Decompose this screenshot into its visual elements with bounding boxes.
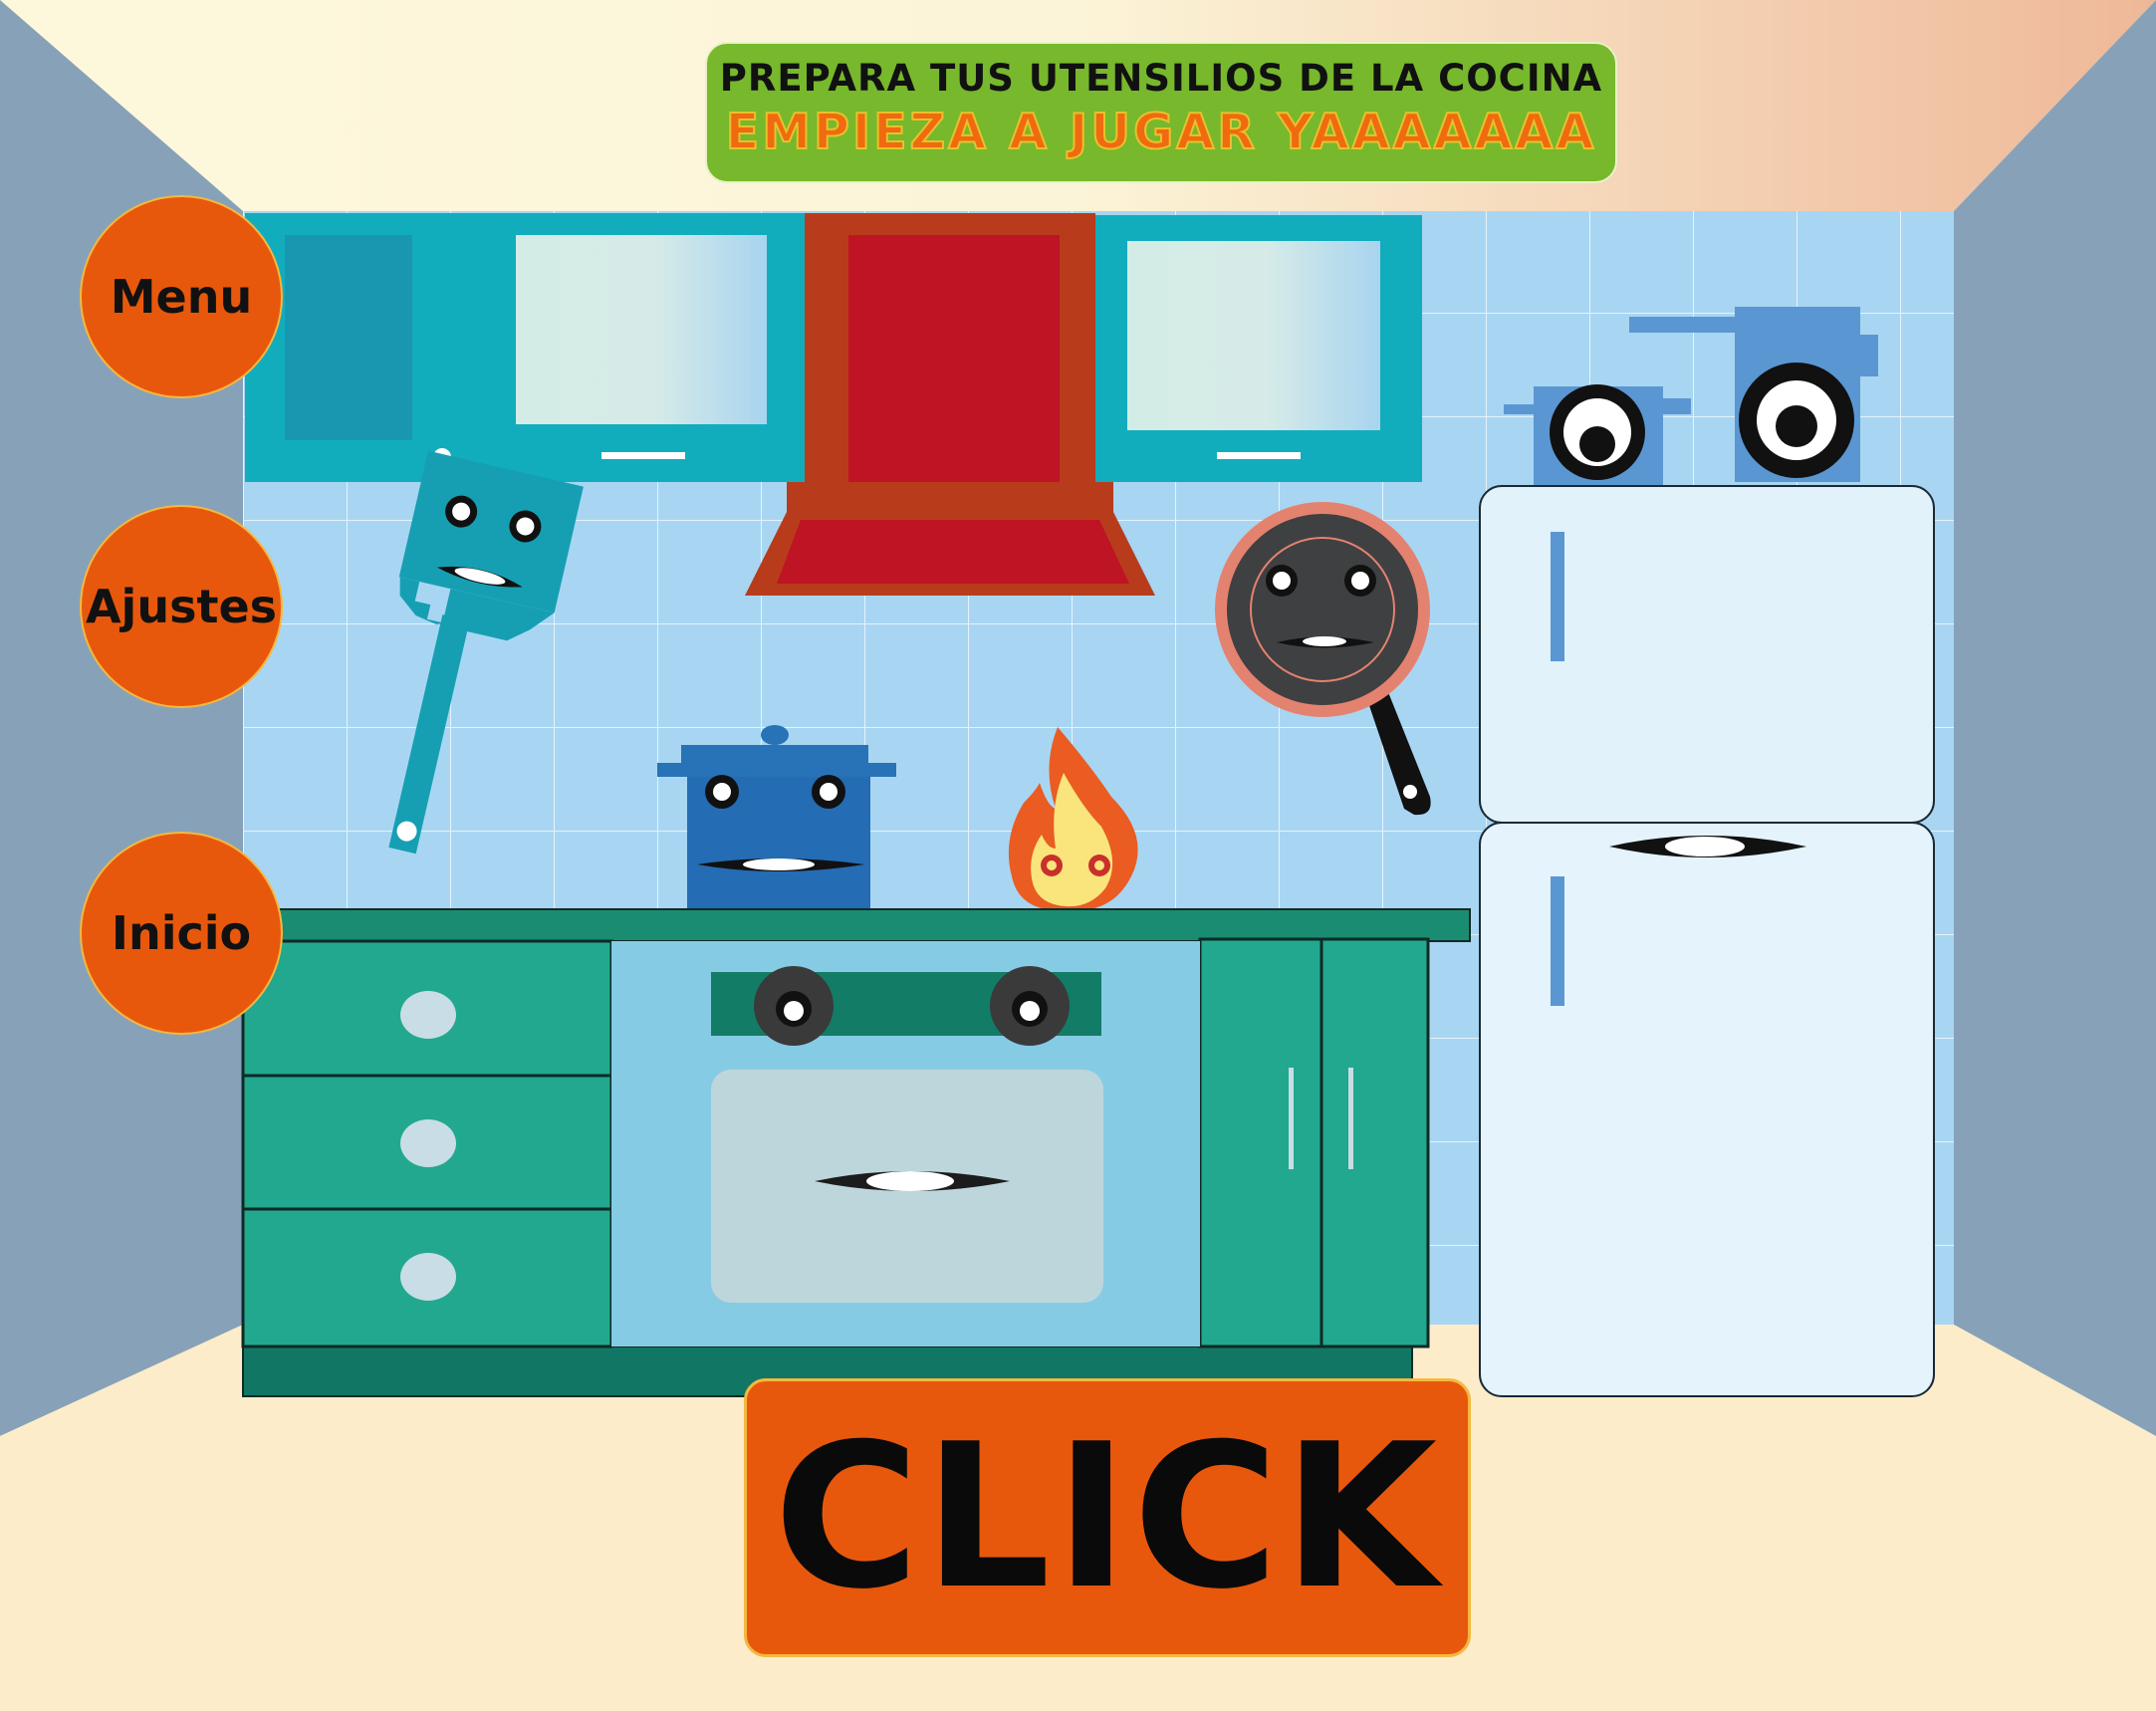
pot-character xyxy=(657,725,896,910)
title-banner: PREPARA TUS UTENSILIOS DE LA COCINA EMPI… xyxy=(705,42,1617,183)
kitchen-game-screen: PREPARA TUS UTENSILIOS DE LA COCINA EMPI… xyxy=(0,0,2156,1711)
banner-title: PREPARA TUS UTENSILIOS DE LA COCINA xyxy=(719,57,1603,100)
settings-button[interactable]: Ajustes xyxy=(80,505,283,708)
home-button[interactable]: Inicio xyxy=(80,832,283,1035)
oven-character xyxy=(611,941,1200,1346)
range-hood xyxy=(745,213,1155,596)
banner-subtitle: EMPIEZA A JUGAR YAAAAAAA xyxy=(725,103,1597,161)
fridge-character xyxy=(1479,485,1935,1397)
click-start-button[interactable]: CLICK xyxy=(744,1378,1471,1657)
menu-button[interactable]: Menu xyxy=(80,195,283,398)
